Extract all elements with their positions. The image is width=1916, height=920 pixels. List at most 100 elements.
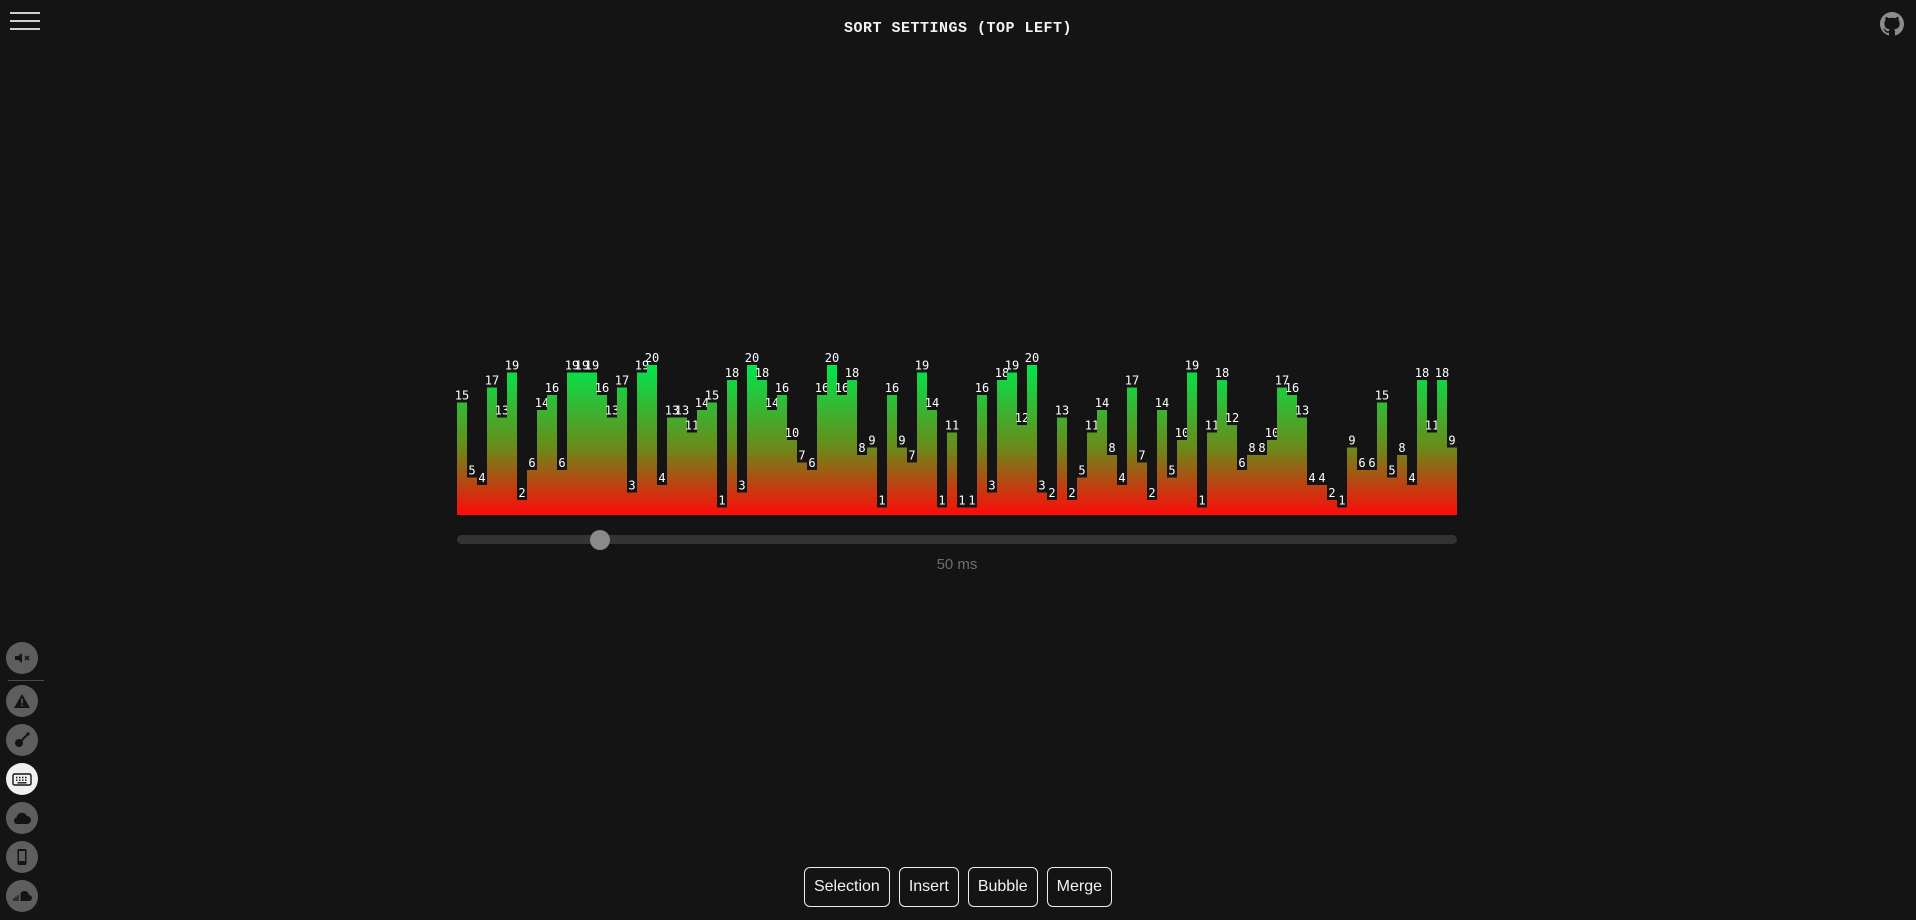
sort-bar <box>897 447 907 515</box>
bar-value-label: 16 <box>885 381 899 395</box>
bar-value-label: 20 <box>825 351 839 365</box>
sidebar-divider <box>8 680 44 681</box>
sort-bar <box>887 395 897 515</box>
bar-value-label: 6 <box>528 456 535 470</box>
sort-bar <box>1197 507 1207 515</box>
sort-bar <box>1017 425 1027 515</box>
sort-bar <box>1257 455 1267 515</box>
bar-value-label: 8 <box>1398 441 1405 455</box>
bar-value-label: 16 <box>545 381 559 395</box>
bar-value-label: 2 <box>1328 486 1335 500</box>
sort-bar <box>1137 462 1147 515</box>
sort-bar <box>737 492 747 515</box>
bar-value-label: 20 <box>1025 351 1039 365</box>
sort-bar <box>1427 432 1437 515</box>
bar-value-label: 1 <box>718 494 725 508</box>
sort-bar <box>657 485 667 515</box>
sort-bar <box>557 470 567 515</box>
bar-value-label: 5 <box>1078 464 1085 478</box>
sort-bar <box>1177 440 1187 515</box>
sort-bar <box>637 372 647 515</box>
insert-sort-button[interactable]: Insert <box>898 867 959 907</box>
sort-bar <box>717 507 727 515</box>
bar-value-label: 11 <box>945 419 959 433</box>
bar-value-label: 7 <box>798 449 805 463</box>
bar-value-label: 6 <box>1238 456 1245 470</box>
merge-sort-button[interactable]: Merge <box>1046 867 1113 907</box>
sort-bar <box>997 380 1007 515</box>
algorithm-buttons: Selection Insert Bubble Merge <box>0 867 1916 907</box>
bar-value-label: 16 <box>1285 381 1299 395</box>
bar-value-label: 4 <box>478 471 485 485</box>
bar-value-label: 4 <box>658 471 665 485</box>
sort-bar <box>507 372 517 515</box>
bar-value-label: 2 <box>1148 486 1155 500</box>
bubble-sort-button[interactable]: Bubble <box>967 867 1038 907</box>
sort-bar <box>1377 402 1387 515</box>
cloud-button[interactable] <box>6 802 38 834</box>
bar-value-label: 18 <box>845 366 859 380</box>
sort-bar <box>1397 455 1407 515</box>
sort-bar <box>1307 485 1317 515</box>
bar-value-label: 6 <box>1358 456 1365 470</box>
mute-button[interactable] <box>6 642 38 674</box>
selection-sort-button[interactable]: Selection <box>803 867 890 907</box>
sort-bar <box>957 507 967 515</box>
sort-bar <box>747 365 757 515</box>
bar-value-label: 7 <box>1138 449 1145 463</box>
sort-bar <box>1147 500 1157 515</box>
sort-bar <box>807 470 817 515</box>
bar-value-label: 3 <box>1038 479 1045 493</box>
bar-value-label: 8 <box>1108 441 1115 455</box>
sort-bar <box>1107 455 1117 515</box>
bar-value-label: 7 <box>908 449 915 463</box>
bar-value-label: 8 <box>858 441 865 455</box>
speed-label: 50 ms <box>936 556 978 573</box>
sort-bar <box>1407 485 1417 515</box>
warning-icon <box>14 694 30 708</box>
sort-bar <box>777 395 787 515</box>
bar-value-label: 15 <box>705 389 719 403</box>
guitar-button[interactable] <box>6 724 38 756</box>
bar-value-label: 8 <box>1258 441 1265 455</box>
bar-value-label: 1 <box>878 494 885 508</box>
bar-value-label: 4 <box>1118 471 1125 485</box>
bar-value-label: 16 <box>975 381 989 395</box>
sort-bar <box>457 402 467 515</box>
sort-bar <box>477 485 487 515</box>
bar-value-label: 1 <box>1198 494 1205 508</box>
sort-bar <box>697 410 707 515</box>
bar-value-label: 1 <box>958 494 965 508</box>
bar-value-label: 13 <box>1295 404 1309 418</box>
keyboard-button[interactable] <box>6 763 38 795</box>
bar-value-label: 9 <box>1448 434 1455 448</box>
cloud-icon <box>13 812 31 824</box>
sort-bar <box>1237 470 1247 515</box>
bar-value-label: 19 <box>1005 359 1019 373</box>
sort-bar <box>797 462 807 515</box>
sort-bar <box>527 470 537 515</box>
sort-bar <box>937 507 947 515</box>
sort-bar <box>687 432 697 515</box>
sort-bar <box>707 402 717 515</box>
bar-value-label: 13 <box>675 404 689 418</box>
bar-value-label: 14 <box>1095 396 1109 410</box>
sort-bar <box>767 410 777 515</box>
bar-value-label: 3 <box>628 479 635 493</box>
sort-bar <box>1037 492 1047 515</box>
speed-slider-thumb[interactable] <box>590 530 610 550</box>
bar-value-label: 19 <box>1185 359 1199 373</box>
sort-bar <box>1347 447 1357 515</box>
sort-bar <box>967 507 977 515</box>
sort-bar <box>467 477 477 515</box>
bar-value-label: 16 <box>775 381 789 395</box>
sort-bar <box>977 395 987 515</box>
sort-bar <box>1227 425 1237 515</box>
phone-icon <box>17 849 27 865</box>
bar-value-label: 6 <box>1368 456 1375 470</box>
warning-button[interactable] <box>6 685 38 717</box>
sort-bar <box>1387 477 1397 515</box>
sort-bar <box>1167 477 1177 515</box>
bar-value-label: 2 <box>518 486 525 500</box>
sort-bar <box>1297 417 1307 515</box>
